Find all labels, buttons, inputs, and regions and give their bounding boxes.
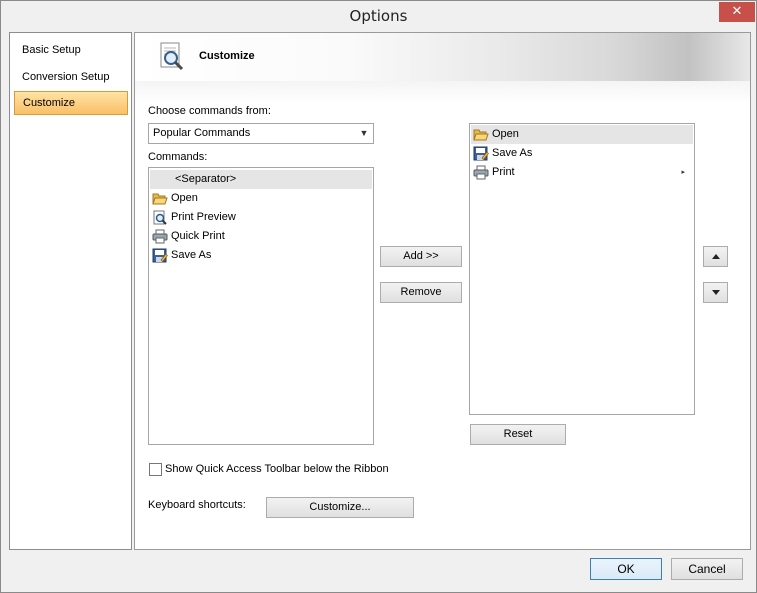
save-as-icon [152, 248, 168, 263]
move-up-button[interactable] [703, 246, 728, 267]
arrow-down-icon [712, 290, 720, 295]
commands-from-label: Choose commands from: [148, 105, 271, 117]
sidebar-item-customize[interactable]: Customize [14, 91, 128, 115]
customize-shortcuts-button[interactable]: Customize... [266, 497, 414, 518]
add-button[interactable]: Add >> [380, 246, 462, 267]
list-item-label: Save As [492, 147, 533, 159]
list-item[interactable]: <Separator> [150, 170, 372, 189]
list-item-label: Print Preview [171, 211, 236, 223]
list-item[interactable]: Open [471, 125, 693, 144]
magnifier-document-icon [160, 42, 184, 71]
list-item-label: <Separator> [175, 173, 237, 185]
commands-list[interactable]: <Separator> Open Print Preview Quick Pri… [148, 167, 374, 445]
list-item-label: Open [492, 128, 519, 140]
commands-label: Commands: [148, 151, 208, 163]
options-sidebar: Basic Setup Conversion Setup Customize [9, 32, 132, 550]
window-title: Options [349, 7, 408, 25]
move-down-button[interactable] [703, 282, 728, 303]
list-item[interactable]: Print Preview [150, 208, 372, 227]
commands-from-value: Popular Commands [153, 127, 251, 139]
panel-title: Customize [199, 50, 255, 62]
remove-button[interactable]: Remove [380, 282, 462, 303]
folder-open-icon [152, 193, 168, 205]
title-bar: Options ✕ [1, 1, 756, 32]
list-item[interactable]: Save As [471, 144, 693, 163]
list-item-label: Print [492, 166, 515, 178]
list-item-label: Open [171, 192, 198, 204]
print-preview-icon [153, 210, 167, 225]
reset-button[interactable]: Reset [470, 424, 566, 445]
save-as-icon [473, 146, 489, 161]
commands-from-dropdown[interactable]: Popular Commands ▼ [148, 123, 374, 144]
printer-icon [473, 165, 489, 180]
panel-header: Customize [135, 33, 750, 103]
toolbar-items-list[interactable]: Open Save As Print ▸ [469, 123, 695, 415]
sidebar-item-basic-setup[interactable]: Basic Setup [14, 38, 128, 62]
ok-button[interactable]: OK [590, 558, 662, 580]
close-button[interactable]: ✕ [719, 2, 755, 22]
list-item-label: Save As [171, 249, 212, 261]
printer-icon [152, 229, 168, 244]
customize-panel: Customize Choose commands from: Popular … [134, 32, 751, 550]
cancel-button[interactable]: Cancel [671, 558, 743, 580]
show-qat-below-label: Show Quick Access Toolbar below the Ribb… [165, 463, 389, 475]
list-item[interactable]: Save As [150, 246, 372, 265]
list-item[interactable]: Quick Print [150, 227, 372, 246]
list-item-label: Quick Print [171, 230, 225, 242]
options-window: Options ✕ Basic Setup Conversion Setup C… [0, 0, 757, 593]
chevron-down-icon[interactable]: ▼ [358, 124, 370, 143]
list-item[interactable]: Open [150, 189, 372, 208]
list-item[interactable]: Print ▸ [471, 163, 693, 182]
folder-open-icon [473, 129, 489, 141]
keyboard-shortcuts-label: Keyboard shortcuts: [148, 499, 246, 511]
show-qat-below-checkbox[interactable] [149, 463, 162, 476]
sidebar-item-conversion-setup[interactable]: Conversion Setup [14, 65, 128, 89]
arrow-up-icon [712, 254, 720, 259]
submenu-arrow-icon: ▸ [681, 169, 685, 176]
